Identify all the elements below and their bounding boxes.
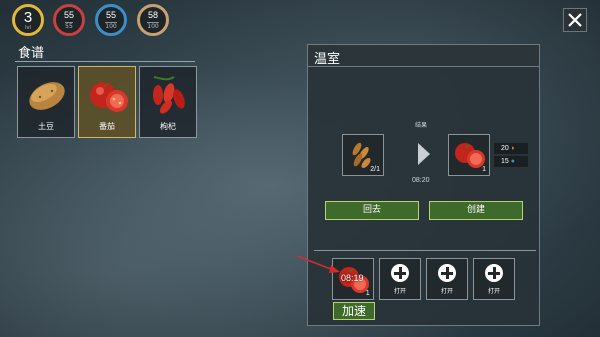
pointer-arrow-icon [296,255,340,273]
